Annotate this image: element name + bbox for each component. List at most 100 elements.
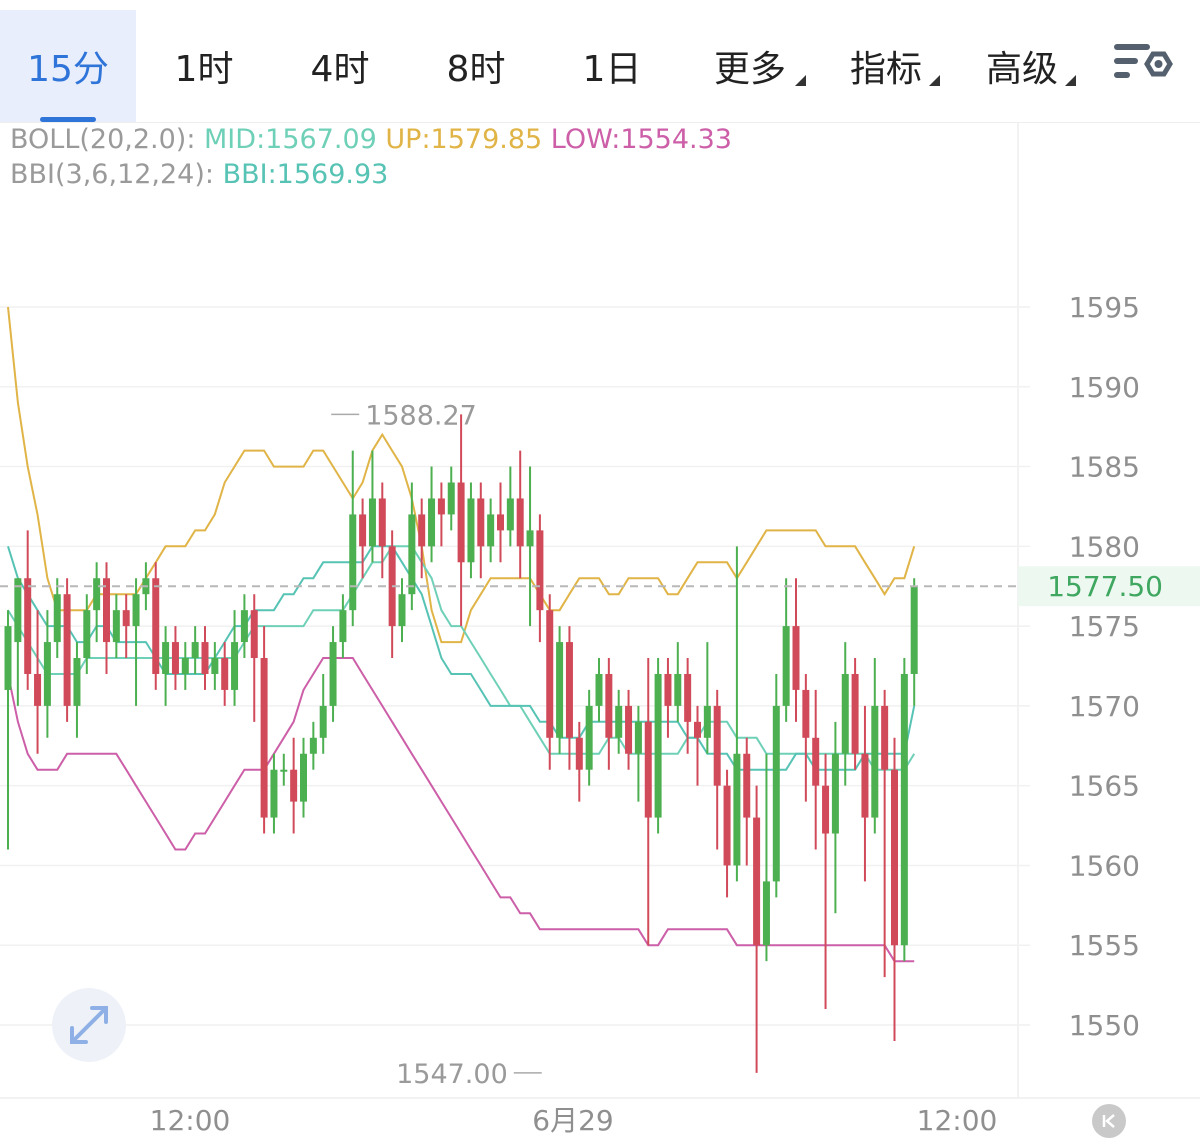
candle-body — [516, 498, 524, 547]
y-tick-label: 1570 — [1069, 690, 1140, 723]
expand-icon[interactable] — [52, 988, 126, 1062]
candle-body — [585, 705, 593, 770]
candle-body — [664, 673, 672, 706]
boll-mid-value: MID:1567.09 — [204, 124, 377, 155]
candle-body — [881, 705, 889, 770]
y-tick-label: 1595 — [1069, 291, 1140, 324]
candle-body — [34, 673, 42, 706]
bbi-legend: BBI(3,6,12,24): BBI:1569.93 — [10, 159, 388, 190]
candle-body — [339, 610, 347, 643]
candle-body — [43, 642, 51, 706]
candle-body — [841, 673, 849, 754]
tab-label: 指标 — [849, 49, 922, 90]
dropdown-caret-icon — [929, 75, 940, 86]
candle-body — [447, 482, 455, 515]
candle-body — [290, 769, 298, 802]
candle-body — [63, 594, 71, 706]
chart-overlay: 1577.50 1588.27 1547.00 — [0, 400, 1200, 1090]
y-tick-label: 1555 — [1069, 929, 1140, 962]
candle-body — [103, 578, 110, 643]
tab-indicators[interactable]: 指标 — [846, 10, 940, 122]
candle-body — [398, 594, 406, 627]
candle-body — [221, 658, 229, 690]
tab-more[interactable]: 更多 — [708, 10, 806, 122]
grid-lines: 1595 1590 1585 1580 1575 1570 1565 1560 1555 1550… — [0, 122, 1200, 1137]
candle-body — [546, 610, 554, 738]
y-tick-label: 1565 — [1069, 770, 1140, 803]
y-tick-label: 1580 — [1069, 530, 1140, 563]
boll-legend-name: BOLL(20,2.0): — [10, 124, 205, 155]
bbi-value: BBI:1569.93 — [222, 159, 389, 190]
low-marker-label: 1547.00 — [396, 1059, 508, 1090]
candle-body — [73, 658, 81, 706]
candle-body — [822, 785, 830, 834]
candle-body — [378, 498, 386, 547]
candle-body — [260, 658, 268, 818]
candle-body — [457, 482, 465, 563]
candle-body — [753, 817, 761, 946]
candle-body — [270, 769, 278, 818]
candle-body — [467, 498, 475, 563]
candle-body — [625, 705, 633, 754]
candle-body — [831, 753, 839, 834]
y-tick-label: 1590 — [1069, 371, 1140, 404]
candle-body — [497, 514, 504, 531]
candle-body — [171, 642, 179, 674]
candle-body — [782, 626, 790, 706]
boll-low-value: LOW:1554.33 — [542, 124, 732, 155]
candle-body — [536, 530, 544, 611]
candle-body — [4, 626, 12, 690]
tab-1h[interactable]: 1时 — [152, 10, 256, 122]
y-tick-label: 1550 — [1069, 1009, 1140, 1042]
candle-body — [556, 642, 564, 738]
candle-body — [112, 610, 120, 643]
tab-label: 15分 — [27, 49, 109, 90]
candle-body — [368, 498, 376, 547]
tab-label: 1时 — [174, 49, 234, 90]
boll-up-value: UP:1579.85 — [376, 124, 543, 155]
candle-body — [122, 610, 130, 627]
back-to-latest-icon[interactable] — [1092, 1104, 1126, 1138]
candle-body — [674, 673, 682, 706]
candle-body — [900, 673, 908, 946]
y-tick-label: 1560 — [1069, 849, 1140, 882]
tab-1d[interactable]: 1日 — [560, 10, 664, 122]
candle-body — [349, 514, 357, 611]
candle-body — [526, 530, 534, 547]
candle-body — [812, 737, 820, 786]
candle-body — [428, 498, 436, 547]
candle-body — [300, 753, 307, 802]
candle-body — [792, 626, 800, 690]
tab-15m[interactable]: 15分 — [0, 10, 136, 122]
tab-advanced[interactable]: 高级 — [982, 10, 1076, 122]
candle-body — [762, 881, 770, 946]
candle-body — [565, 642, 573, 738]
candle-body — [477, 498, 485, 547]
candle-body — [723, 785, 731, 866]
candle-body — [408, 514, 416, 595]
candle-body — [240, 610, 248, 643]
candle-body — [93, 578, 101, 611]
dropdown-caret-icon — [795, 75, 806, 86]
candle-body — [211, 658, 219, 674]
candle-body — [605, 673, 613, 738]
tab-8h[interactable]: 8时 — [424, 10, 528, 122]
candle-body — [250, 610, 258, 659]
candle-body — [644, 721, 652, 818]
chart-settings-icon[interactable] — [1112, 36, 1174, 92]
candle-body — [24, 578, 32, 674]
tab-label: 8时 — [446, 49, 506, 90]
candle-body — [14, 578, 22, 643]
candle-body — [871, 705, 879, 818]
boll-legend: BOLL(20,2.0): MID:1567.09 UP:1579.85 LOW… — [10, 124, 732, 155]
candle-body — [703, 705, 711, 738]
tab-4h[interactable]: 4时 — [288, 10, 392, 122]
current-price-label: 1577.50 — [1047, 570, 1163, 603]
candle-body — [684, 673, 692, 722]
candle-body — [329, 642, 337, 706]
candle-body — [506, 498, 514, 531]
candle-body — [851, 673, 859, 754]
candle-body — [418, 514, 426, 547]
candle-body — [634, 721, 642, 754]
tab-label: 高级 — [985, 49, 1058, 90]
